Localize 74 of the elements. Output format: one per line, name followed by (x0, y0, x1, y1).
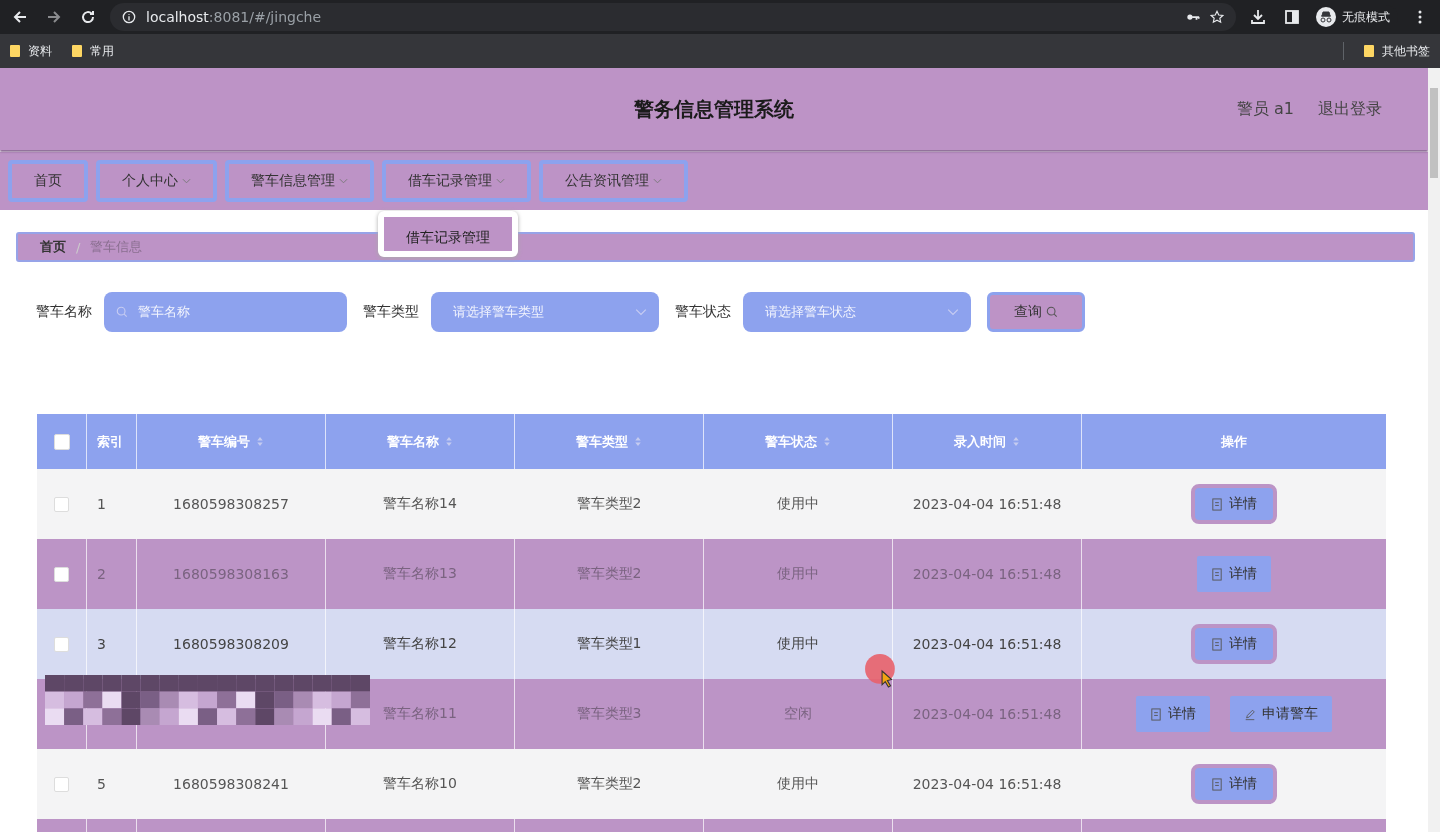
table-cell: 使用中 (777, 635, 819, 653)
search-icon (116, 306, 128, 318)
table-cell: 警车类型2 (576, 775, 642, 793)
table-cell: 警车名称14 (383, 495, 457, 513)
table-cell: 3 (97, 636, 106, 652)
bookmark[interactable]: 其他书签 (1364, 42, 1430, 60)
detail-button[interactable]: 详情 (1191, 484, 1277, 524)
table-cell: 2023-04-04 16:51:48 (912, 706, 1062, 722)
table-cell: 警车名称11 (383, 705, 457, 723)
document-icon (1211, 497, 1223, 511)
detail-button[interactable]: 详情 (1136, 696, 1210, 732)
table-cell: 1680598308257 (173, 496, 289, 512)
pencil-icon (1244, 707, 1256, 721)
chevron-icon (947, 306, 959, 318)
table-cell: 使用中 (777, 495, 819, 513)
table-cell: 2023-04-04 16:51:48 (912, 496, 1062, 512)
table-cell: 警车名称10 (383, 775, 457, 793)
detail-button[interactable]: 详情 (1191, 764, 1277, 804)
checkbox[interactable] (54, 776, 69, 792)
apply-button[interactable]: 申请警车 (1230, 696, 1332, 732)
table-cell: 警车类型3 (576, 705, 642, 723)
table-cell: 使用中 (777, 775, 819, 793)
table-cell: 警车名称13 (383, 565, 457, 583)
search-icon (1046, 306, 1058, 318)
document-icon (1150, 707, 1162, 721)
cursor-icon (864, 654, 898, 688)
address-bar[interactable]: localhost:8081/#/jingche (110, 3, 1236, 31)
document-icon (1211, 567, 1223, 581)
checkbox[interactable] (54, 636, 69, 652)
table-cell: 2023-04-04 16:51:48 (912, 566, 1062, 582)
table-cell: 警车类型2 (576, 495, 642, 513)
table-cell: 警车类型2 (576, 565, 642, 583)
filter-label: 警车名称 (36, 303, 92, 321)
table-cell: 1680598308241 (173, 776, 289, 792)
bookmark[interactable]: 资料 (10, 42, 52, 60)
search-button[interactable]: 查询 (987, 292, 1085, 332)
breadcrumb-item[interactable]: 首页 (40, 238, 66, 256)
document-icon (1211, 637, 1223, 651)
menu-item[interactable]: 借车记录管理 (384, 217, 512, 251)
nav-item[interactable]: 借车记录管理 (382, 160, 531, 202)
table-cell: 1680598308163 (173, 566, 289, 582)
table-cell: 1 (97, 496, 106, 512)
document-icon (1211, 777, 1223, 791)
nav-item[interactable]: 警车信息管理 (225, 160, 374, 202)
column-header: 操作 (1220, 432, 1248, 451)
checkbox[interactable] (54, 566, 69, 582)
star-icon[interactable] (1210, 10, 1224, 24)
table-cell: 空闲 (784, 705, 812, 723)
logout-link[interactable]: 退出登录 (1318, 98, 1382, 120)
info-icon[interactable] (122, 10, 136, 24)
incognito-icon (1316, 7, 1336, 27)
detail-button[interactable]: 详情 (1191, 624, 1277, 664)
breadcrumb-separator: / (76, 239, 81, 255)
filter-label: 警车状态 (675, 303, 731, 321)
table-cell: 5 (97, 776, 106, 792)
user-name: 警员 a1 (1236, 98, 1294, 120)
scrollbar-thumb[interactable] (1430, 88, 1438, 178)
nav-item[interactable]: 公告资讯管理 (539, 160, 688, 202)
filter-label: 警车类型 (363, 303, 419, 321)
nav-item[interactable]: 首页 (8, 160, 88, 202)
detail-button[interactable]: 详情 (1197, 556, 1271, 592)
nav-item[interactable]: 个人中心 (96, 160, 217, 202)
table-cell: 使用中 (777, 565, 819, 583)
bookmark[interactable]: 常用 (72, 42, 114, 60)
app-title: 警务信息管理系统 (634, 95, 794, 123)
chevron-icon (635, 306, 647, 318)
table-cell: 警车名称12 (383, 635, 457, 653)
table-cell: 1680598308209 (173, 636, 289, 652)
table-cell: 2 (97, 566, 106, 582)
checkbox[interactable] (54, 496, 69, 512)
table-cell: 2023-04-04 16:51:48 (912, 636, 1062, 652)
checkbox[interactable] (53, 433, 70, 450)
table-cell: 警车类型1 (576, 635, 642, 653)
table-cell: 2023-04-04 16:51:48 (912, 776, 1062, 792)
